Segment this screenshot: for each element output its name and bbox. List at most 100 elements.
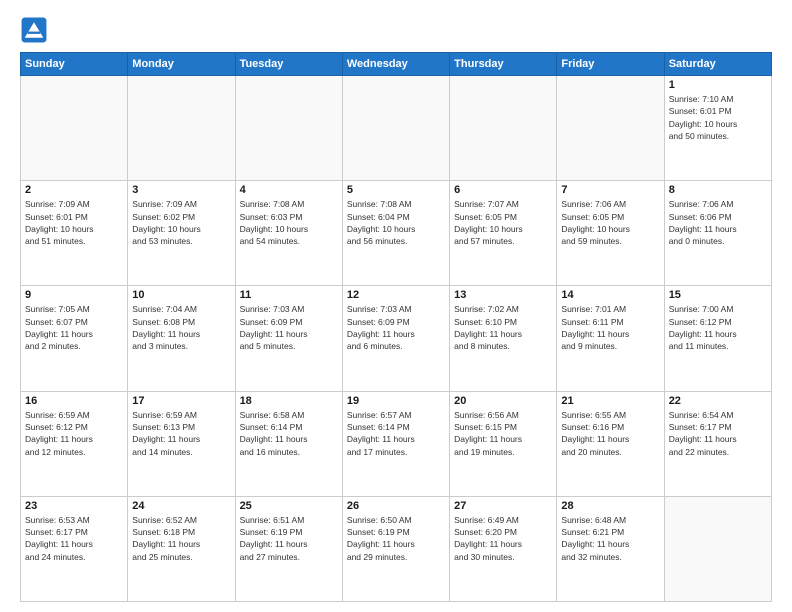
day-info: Sunrise: 7:03 AM Sunset: 6:09 PM Dayligh… — [347, 303, 445, 352]
calendar-table: SundayMondayTuesdayWednesdayThursdayFrid… — [20, 52, 772, 602]
day-number: 19 — [347, 395, 445, 407]
day-info: Sunrise: 6:59 AM Sunset: 6:12 PM Dayligh… — [25, 409, 123, 458]
calendar-cell: 16 Sunrise: 6:59 AM Sunset: 6:12 PM Dayli… — [21, 391, 128, 496]
day-number: 13 — [454, 289, 552, 301]
calendar-cell: 12 Sunrise: 7:03 AM Sunset: 6:09 PM Dayli… — [342, 286, 449, 391]
day-number: 18 — [240, 395, 338, 407]
weekday-header-friday: Friday — [557, 53, 664, 76]
day-info: Sunrise: 7:06 AM Sunset: 6:06 PM Dayligh… — [669, 198, 767, 247]
calendar-cell: 20Sunrise: 6:56 AM Sunset: 6:15 PM Dayli… — [450, 391, 557, 496]
weekday-header-monday: Monday — [128, 53, 235, 76]
day-number: 28 — [561, 500, 659, 512]
day-info: Sunrise: 7:09 AM Sunset: 6:02 PM Dayligh… — [132, 198, 230, 247]
calendar-cell: 3Sunrise: 7:09 AM Sunset: 6:02 PM Daylig… — [128, 181, 235, 286]
calendar-cell: 1Sunrise: 7:10 AM Sunset: 6:01 PM Daylig… — [664, 76, 771, 181]
day-info: Sunrise: 6:49 AM Sunset: 6:20 PM Dayligh… — [454, 514, 552, 563]
calendar-cell: 5 Sunrise: 7:08 AM Sunset: 6:04 PM Daylig… — [342, 181, 449, 286]
day-number: 7 — [561, 184, 659, 196]
calendar-cell: 15Sunrise: 7:00 AM Sunset: 6:12 PM Dayli… — [664, 286, 771, 391]
day-info: Sunrise: 7:08 AM Sunset: 6:03 PM Dayligh… — [240, 198, 338, 247]
day-number: 17 — [132, 395, 230, 407]
day-info: Sunrise: 6:57 AM Sunset: 6:14 PM Dayligh… — [347, 409, 445, 458]
day-info: Sunrise: 7:06 AM Sunset: 6:05 PM Dayligh… — [561, 198, 659, 247]
day-info: Sunrise: 6:59 AM Sunset: 6:13 PM Dayligh… — [132, 409, 230, 458]
weekday-header-thursday: Thursday — [450, 53, 557, 76]
day-number: 10 — [132, 289, 230, 301]
calendar-cell: 18 Sunrise: 6:58 AM Sunset: 6:14 PM Dayli… — [235, 391, 342, 496]
calendar-cell: 27 Sunrise: 6:49 AM Sunset: 6:20 PM Dayli… — [450, 496, 557, 601]
weekday-header-wednesday: Wednesday — [342, 53, 449, 76]
calendar-cell: 28 Sunrise: 6:48 AM Sunset: 6:21 PM Dayli… — [557, 496, 664, 601]
calendar-cell: 9 Sunrise: 7:05 AM Sunset: 6:07 PM Daylig… — [21, 286, 128, 391]
day-info: Sunrise: 6:52 AM Sunset: 6:18 PM Dayligh… — [132, 514, 230, 563]
day-number: 23 — [25, 500, 123, 512]
calendar-cell — [557, 76, 664, 181]
calendar-cell — [664, 496, 771, 601]
day-number: 15 — [669, 289, 767, 301]
day-number: 12 — [347, 289, 445, 301]
weekday-header-sunday: Sunday — [21, 53, 128, 76]
day-info: Sunrise: 6:55 AM Sunset: 6:16 PM Dayligh… — [561, 409, 659, 458]
day-number: 2 — [25, 184, 123, 196]
day-number: 16 — [25, 395, 123, 407]
calendar-cell: 23 Sunrise: 6:53 AM Sunset: 6:17 PM Dayli… — [21, 496, 128, 601]
weekday-header-row: SundayMondayTuesdayWednesdayThursdayFrid… — [21, 53, 772, 76]
calendar-cell: 13 Sunrise: 7:02 AM Sunset: 6:10 PM Dayli… — [450, 286, 557, 391]
calendar-cell — [235, 76, 342, 181]
header — [20, 16, 772, 44]
calendar-cell: 14 Sunrise: 7:01 AM Sunset: 6:11 PM Dayli… — [557, 286, 664, 391]
calendar-cell: 11 Sunrise: 7:03 AM Sunset: 6:09 PM Dayli… — [235, 286, 342, 391]
day-number: 24 — [132, 500, 230, 512]
calendar-cell: 25 Sunrise: 6:51 AM Sunset: 6:19 PM Dayli… — [235, 496, 342, 601]
week-row-1: 2Sunrise: 7:09 AM Sunset: 6:01 PM Daylig… — [21, 181, 772, 286]
calendar-cell: 24 Sunrise: 6:52 AM Sunset: 6:18 PM Dayli… — [128, 496, 235, 601]
page: SundayMondayTuesdayWednesdayThursdayFrid… — [0, 0, 792, 612]
week-row-3: 16 Sunrise: 6:59 AM Sunset: 6:12 PM Dayli… — [21, 391, 772, 496]
day-number: 8 — [669, 184, 767, 196]
calendar-cell — [21, 76, 128, 181]
day-number: 26 — [347, 500, 445, 512]
calendar-cell: 8 Sunrise: 7:06 AM Sunset: 6:06 PM Daylig… — [664, 181, 771, 286]
week-row-0: 1Sunrise: 7:10 AM Sunset: 6:01 PM Daylig… — [21, 76, 772, 181]
day-number: 9 — [25, 289, 123, 301]
calendar-cell: 26 Sunrise: 6:50 AM Sunset: 6:19 PM Dayli… — [342, 496, 449, 601]
day-info: Sunrise: 7:08 AM Sunset: 6:04 PM Dayligh… — [347, 198, 445, 247]
calendar-cell: 2Sunrise: 7:09 AM Sunset: 6:01 PM Daylig… — [21, 181, 128, 286]
day-info: Sunrise: 6:54 AM Sunset: 6:17 PM Dayligh… — [669, 409, 767, 458]
day-info: Sunrise: 7:04 AM Sunset: 6:08 PM Dayligh… — [132, 303, 230, 352]
weekday-header-tuesday: Tuesday — [235, 53, 342, 76]
calendar-cell — [342, 76, 449, 181]
calendar-cell: 6 Sunrise: 7:07 AM Sunset: 6:05 PM Daylig… — [450, 181, 557, 286]
day-info: Sunrise: 7:01 AM Sunset: 6:11 PM Dayligh… — [561, 303, 659, 352]
day-info: Sunrise: 6:53 AM Sunset: 6:17 PM Dayligh… — [25, 514, 123, 563]
day-number: 14 — [561, 289, 659, 301]
day-number: 4 — [240, 184, 338, 196]
day-number: 27 — [454, 500, 552, 512]
day-number: 6 — [454, 184, 552, 196]
day-info: Sunrise: 6:48 AM Sunset: 6:21 PM Dayligh… — [561, 514, 659, 563]
day-number: 11 — [240, 289, 338, 301]
calendar-cell: 19 Sunrise: 6:57 AM Sunset: 6:14 PM Dayli… — [342, 391, 449, 496]
logo — [20, 16, 52, 44]
calendar-cell: 10 Sunrise: 7:04 AM Sunset: 6:08 PM Dayli… — [128, 286, 235, 391]
week-row-4: 23 Sunrise: 6:53 AM Sunset: 6:17 PM Dayli… — [21, 496, 772, 601]
day-number: 5 — [347, 184, 445, 196]
day-info: Sunrise: 6:58 AM Sunset: 6:14 PM Dayligh… — [240, 409, 338, 458]
day-info: Sunrise: 7:03 AM Sunset: 6:09 PM Dayligh… — [240, 303, 338, 352]
calendar-cell: 17 Sunrise: 6:59 AM Sunset: 6:13 PM Dayli… — [128, 391, 235, 496]
logo-icon — [20, 16, 48, 44]
day-info: Sunrise: 7:02 AM Sunset: 6:10 PM Dayligh… — [454, 303, 552, 352]
day-number: 25 — [240, 500, 338, 512]
calendar-cell: 4 Sunrise: 7:08 AM Sunset: 6:03 PM Daylig… — [235, 181, 342, 286]
calendar-cell — [128, 76, 235, 181]
day-number: 22 — [669, 395, 767, 407]
day-info: Sunrise: 7:05 AM Sunset: 6:07 PM Dayligh… — [25, 303, 123, 352]
week-row-2: 9 Sunrise: 7:05 AM Sunset: 6:07 PM Daylig… — [21, 286, 772, 391]
day-info: Sunrise: 6:56 AM Sunset: 6:15 PM Dayligh… — [454, 409, 552, 458]
calendar-cell: 22 Sunrise: 6:54 AM Sunset: 6:17 PM Dayli… — [664, 391, 771, 496]
day-info: Sunrise: 6:51 AM Sunset: 6:19 PM Dayligh… — [240, 514, 338, 563]
day-info: Sunrise: 7:07 AM Sunset: 6:05 PM Dayligh… — [454, 198, 552, 247]
day-number: 21 — [561, 395, 659, 407]
weekday-header-saturday: Saturday — [664, 53, 771, 76]
day-info: Sunrise: 6:50 AM Sunset: 6:19 PM Dayligh… — [347, 514, 445, 563]
